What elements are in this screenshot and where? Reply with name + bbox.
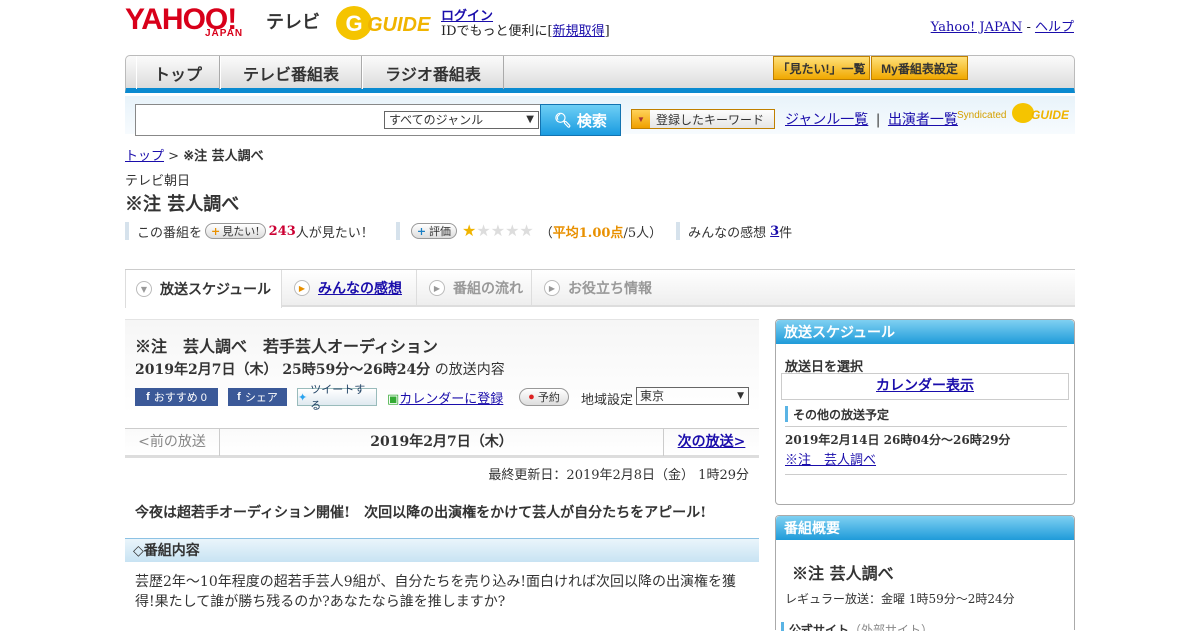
breadcrumb-current: ※注 芸人調べ (183, 149, 264, 164)
tv-logo-label[interactable]: テレビ (266, 8, 320, 34)
search-icon: 🔍︎ (554, 111, 572, 128)
signup-link[interactable]: 新規取得 (553, 24, 605, 39)
registered-keyword-button[interactable]: ▼ 登録したキーワード (631, 109, 775, 129)
twitter-icon: ✦ (298, 391, 308, 404)
last-updated: 最終更新日：2019年2月8日（金） 1時29分 (488, 468, 749, 483)
plus-icon: + (211, 224, 221, 238)
play-icon: ▶ (429, 280, 445, 296)
sidebar-overview-box: 番組概要 ※注 芸人調べ レギュラー放送：金曜 1時59分～2時24分 公式サイ… (775, 515, 1075, 631)
facebook-recommend-button[interactable]: f おすすめ 0 (135, 388, 218, 406)
want-count: 243 (268, 223, 296, 239)
episode-title: ※注 芸人調べ 若手芸人オーディション (135, 337, 438, 356)
tab-program-flow[interactable]: ▶ 番組の流れ (417, 270, 532, 306)
search-links: ジャンル一覧 | 出演者一覧 (785, 112, 958, 128)
login-subtext: IDでもっと便利に[新規取得] (441, 24, 610, 39)
gguide-syndicated-logo: GUIDE (1011, 101, 1070, 129)
episode-description: 芸歴2年～10年程度の超若手芸人9組が、自分たちを売り込み!面白ければ次回以降の… (135, 574, 736, 610)
breadcrumb-home[interactable]: トップ (125, 149, 164, 164)
genre-select[interactable]: すべてのジャンル ▼ (384, 111, 539, 129)
svg-text:G: G (345, 11, 362, 36)
star-icon: ★ (490, 220, 506, 240)
genre-list-link[interactable]: ジャンル一覧 (785, 112, 868, 128)
search-button[interactable]: 🔍︎ 検索 (540, 104, 621, 136)
tab-useful-info[interactable]: ▶ お役立ち情報 (532, 270, 662, 306)
gguide-syndicated-logo-text: GUIDE (1031, 108, 1069, 122)
divider (676, 222, 681, 240)
breadcrumb: トップ > ※注 芸人調べ (125, 149, 264, 164)
program-stats: この番組を + 見たい! 243 人が見たい！ + 評価 ★★★★★ （平均1.00… (125, 220, 1075, 242)
want-list-button[interactable]: 「見たい!」一覧 (773, 56, 870, 80)
chevron-down-icon: ▼ (737, 391, 744, 401)
calendar-plus-icon: ▣ (387, 392, 400, 407)
region-select[interactable]: 東京 ▼ (636, 387, 749, 405)
overview-regular-broadcast: レギュラー放送：金曜 1時59分～2時24分 (785, 592, 1015, 606)
calendar-display-button[interactable]: カレンダー表示 (781, 373, 1069, 400)
reserve-button[interactable]: ● 予約 (519, 388, 569, 406)
other-schedule-date: 2019年2月14日 26時04分～26時29分 (785, 433, 1011, 447)
episode-lead: 今夜は超若手オーディション開催! 次回以降の出演権をかけて芸人が自分たちをアピー… (135, 505, 707, 521)
want-button[interactable]: + 見たい! (205, 223, 266, 239)
yahoo-japan-link[interactable]: Yahoo! JAPAN (931, 20, 1023, 35)
rating-button[interactable]: + 評価 (410, 223, 458, 239)
dropdown-arrow-icon: ▼ (632, 110, 650, 128)
overview-program-name: ※注 芸人調べ (792, 564, 894, 583)
rating-average: 平均1.00点 (552, 225, 624, 241)
help-link[interactable]: ヘルプ (1035, 20, 1074, 35)
tweet-button[interactable]: ✦ ツイートする (297, 384, 377, 412)
other-schedule-link[interactable]: ※注 芸人調べ (785, 449, 876, 468)
current-broadcast-date: 2019年2月7日（木） (370, 434, 513, 450)
star-icon: ★ (519, 220, 534, 240)
tab-top[interactable]: トップ (136, 56, 220, 89)
my-schedule-button[interactable]: My番組表設定 (871, 56, 968, 80)
sidebar-overview-title: 番組概要 (776, 516, 1074, 540)
arrow-down-icon: ▼ (136, 281, 152, 297)
page-title: ※注 芸人調べ (125, 194, 240, 215)
star-icon: ★ (476, 220, 491, 240)
yahoo-japan-logo-text: JAPAN (205, 28, 244, 39)
play-icon: ▶ (544, 280, 560, 296)
gguide-logo-text: GUIDE (367, 14, 431, 36)
star-icon: ★ (505, 220, 520, 240)
tab-radio-schedule[interactable]: ラジオ番組表 (362, 56, 504, 89)
sidebar-schedule-box: 放送スケジュール 放送日を選択 カレンダー表示 その他の放送予定 2019年2月… (775, 319, 1075, 505)
star-icon: ★ (462, 220, 477, 240)
syndicated-label: Syndicated (957, 110, 1007, 121)
facebook-icon: f (237, 391, 241, 403)
top-right-links: Yahoo! JAPAN - ヘルプ (930, 20, 1074, 35)
episode-date: 2019年2月7日（木） 25時59分～26時24分 の放送内容 (135, 362, 505, 378)
plus-icon: + (416, 224, 427, 238)
region-label: 地域設定 (581, 393, 634, 408)
other-schedule-heading: その他の放送予定 (785, 406, 889, 422)
prev-broadcast[interactable]: <前の放送 (125, 429, 220, 456)
tab-tv-schedule[interactable]: テレビ番組表 (220, 56, 362, 89)
gguide-logo[interactable]: G GUIDE (335, 4, 433, 42)
rating-stars: ★★★★★ (462, 220, 534, 240)
play-icon: ▶ (294, 280, 310, 296)
sidebar-schedule-title: 放送スケジュール (776, 320, 1074, 344)
tab-broadcast-schedule[interactable]: ▼ 放送スケジュール (125, 270, 282, 308)
program-subnav: ▼ 放送スケジュール ▶ みんなの感想 ▶ 番組の流れ ▶ お役立ち情報 (125, 269, 1075, 308)
record-icon: ● (528, 391, 535, 403)
facebook-share-button[interactable]: f シェア (228, 388, 287, 406)
station-name: テレビ朝日 (125, 174, 191, 189)
divider (395, 222, 400, 240)
calendar-register[interactable]: ▣カレンダーに登録 (387, 388, 503, 407)
facebook-icon: f (146, 391, 150, 403)
divider (125, 222, 129, 240)
pagination: <前の放送 2019年2月7日（木） 次の放送> (125, 428, 759, 458)
performer-list-link[interactable]: 出演者一覧 (888, 112, 958, 128)
chevron-down-icon: ▼ (526, 114, 534, 125)
section-heading: ◇番組内容 (125, 538, 759, 562)
impressions-count-link[interactable]: 3 (770, 224, 779, 239)
next-broadcast[interactable]: 次の放送> (663, 429, 759, 456)
tab-impressions[interactable]: ▶ みんなの感想 (282, 270, 417, 306)
